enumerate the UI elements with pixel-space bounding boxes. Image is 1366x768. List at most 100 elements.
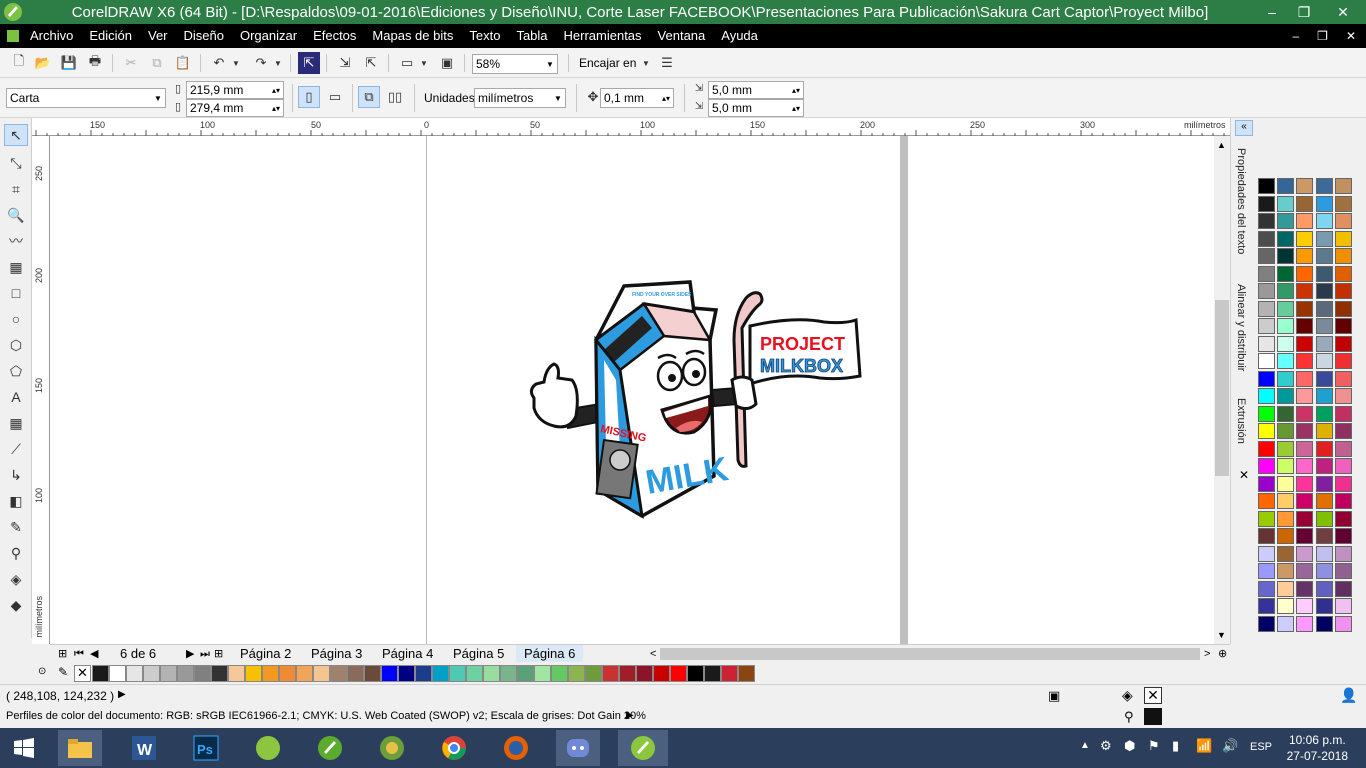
- palette-swatch[interactable]: [1277, 598, 1294, 614]
- palette-swatch[interactable]: [1316, 195, 1333, 212]
- basic-shapes-tool-icon[interactable]: ⬠: [4, 360, 28, 382]
- palette-swatch[interactable]: [1296, 388, 1313, 404]
- close-docker-icon[interactable]: ✕: [1239, 468, 1249, 482]
- palette-swatch[interactable]: [1316, 353, 1333, 369]
- palette-swatch[interactable]: [1277, 440, 1294, 457]
- redo-icon[interactable]: ↷: [250, 52, 272, 74]
- palette-swatch[interactable]: [1296, 405, 1313, 422]
- menu-ayuda[interactable]: Ayuda: [713, 24, 766, 48]
- color-swatch[interactable]: [109, 665, 126, 682]
- undo-dropdown-icon[interactable]: ▼: [230, 52, 242, 74]
- zoom-navigator-icon[interactable]: ⊕: [1210, 645, 1235, 663]
- palette-swatch[interactable]: [1277, 335, 1294, 352]
- palette-swatch[interactable]: [1316, 248, 1333, 264]
- palette-swatch[interactable]: [1277, 195, 1294, 212]
- language-indicator[interactable]: ESP: [1250, 741, 1272, 753]
- palette-swatch[interactable]: [1258, 510, 1275, 527]
- fill-indicator-icon[interactable]: ◈: [1122, 687, 1133, 704]
- color-swatch[interactable]: [687, 665, 704, 682]
- corel-photo-paint-icon[interactable]: [370, 730, 414, 766]
- no-color-swatch[interactable]: ✕: [74, 665, 91, 682]
- palette-swatch[interactable]: [1277, 458, 1294, 474]
- color-swatch[interactable]: [432, 665, 449, 682]
- palette-swatch[interactable]: [1258, 213, 1275, 229]
- color-swatch[interactable]: [500, 665, 517, 682]
- eyedropper-tool-icon[interactable]: ✎: [4, 516, 28, 538]
- palette-swatch[interactable]: [1335, 598, 1352, 614]
- palette-swatch[interactable]: [1296, 370, 1313, 387]
- copy-icon[interactable]: ⧉: [146, 52, 168, 74]
- vertical-scroll-thumb[interactable]: [1215, 300, 1229, 476]
- table-tool-icon[interactable]: ▦: [4, 412, 28, 434]
- palette-swatch[interactable]: [1316, 615, 1333, 632]
- wifi-icon[interactable]: 📶: [1196, 738, 1212, 754]
- zoom-level-select[interactable]: 58% ▼: [472, 54, 558, 74]
- user-icon[interactable]: 👤: [1340, 687, 1357, 704]
- palette-swatch[interactable]: [1316, 370, 1333, 387]
- color-swatch[interactable]: [738, 665, 755, 682]
- snap-dropdown-icon[interactable]: ▼: [640, 52, 652, 74]
- all-pages-icon[interactable]: ⧉: [358, 86, 380, 108]
- doc-close-button[interactable]: ✕: [1346, 29, 1356, 43]
- palette-swatch[interactable]: [1316, 563, 1333, 579]
- palette-swatch[interactable]: [1296, 353, 1313, 369]
- palette-swatch[interactable]: [1258, 248, 1275, 264]
- palette-swatch[interactable]: [1296, 510, 1313, 527]
- color-swatch[interactable]: [483, 665, 500, 682]
- color-swatch[interactable]: [585, 665, 602, 682]
- palette-swatch[interactable]: [1277, 405, 1294, 422]
- palette-swatch[interactable]: [1296, 230, 1313, 247]
- palette-swatch[interactable]: [1277, 545, 1294, 562]
- palette-swatch[interactable]: [1316, 405, 1333, 422]
- palette-swatch[interactable]: [1258, 353, 1275, 369]
- palette-swatch[interactable]: [1258, 475, 1275, 492]
- color-swatch[interactable]: [313, 665, 330, 682]
- page-tab[interactable]: Página 4: [374, 645, 441, 663]
- save-icon[interactable]: 💾: [58, 52, 80, 74]
- drawing-canvas[interactable]: PROJECT MILKBOX FIND YOUR OVER SIDES MIS…: [50, 136, 1214, 644]
- docker-tab-align-distribute[interactable]: Alinear y distribuir: [1235, 284, 1247, 371]
- palette-swatch[interactable]: [1277, 230, 1294, 247]
- paste-icon[interactable]: 📋: [172, 52, 194, 74]
- palette-swatch[interactable]: [1335, 440, 1352, 457]
- palette-swatch[interactable]: [1316, 545, 1333, 562]
- firefox-icon[interactable]: [494, 730, 538, 766]
- duplicate-y-field[interactable]: 5,0 mm ▴▾: [708, 99, 804, 117]
- undo-icon[interactable]: ↶: [208, 52, 230, 74]
- redo-dropdown-icon[interactable]: ▼: [272, 52, 284, 74]
- palette-swatch[interactable]: [1277, 510, 1294, 527]
- options-icon[interactable]: ☰: [656, 52, 678, 74]
- tray-icon[interactable]: ⚙: [1100, 738, 1112, 754]
- palette-swatch[interactable]: [1316, 335, 1333, 352]
- color-swatch[interactable]: [381, 665, 398, 682]
- docker-tab-text-properties[interactable]: Propiedades del texto: [1235, 148, 1247, 254]
- palette-swatch[interactable]: [1277, 423, 1294, 439]
- chrome-icon[interactable]: [432, 730, 476, 766]
- nudge-distance-field[interactable]: 0,1 mm ▴▾: [600, 88, 674, 108]
- palette-swatch[interactable]: [1335, 335, 1352, 352]
- zoom-tool-icon[interactable]: 🔍: [4, 204, 28, 226]
- file-explorer-icon[interactable]: [58, 730, 102, 766]
- palette-swatch[interactable]: [1258, 615, 1275, 632]
- color-swatch[interactable]: [534, 665, 551, 682]
- palette-swatch[interactable]: [1258, 493, 1275, 509]
- palette-swatch[interactable]: [1335, 248, 1352, 264]
- palette-swatch[interactable]: [1316, 598, 1333, 614]
- palette-swatch[interactable]: [1258, 405, 1275, 422]
- color-swatch[interactable]: [653, 665, 670, 682]
- palette-swatch[interactable]: [1316, 318, 1333, 334]
- palette-swatch[interactable]: [1316, 493, 1333, 509]
- palette-swatch[interactable]: [1296, 458, 1313, 474]
- menu-herramientas[interactable]: Herramientas: [556, 24, 650, 48]
- restore-button[interactable]: ❐: [1288, 0, 1320, 24]
- palette-swatch[interactable]: [1296, 178, 1313, 194]
- expand-arrow-icon[interactable]: ▶: [626, 710, 634, 721]
- palette-swatch[interactable]: [1277, 318, 1294, 334]
- duplicate-x-field[interactable]: 5,0 mm ▴▾: [708, 81, 804, 99]
- previous-page-icon[interactable]: ◀: [82, 645, 106, 663]
- windows-start-icon[interactable]: [2, 730, 46, 766]
- palette-swatch[interactable]: [1316, 230, 1333, 247]
- color-swatch[interactable]: [160, 665, 177, 682]
- palette-swatch[interactable]: [1258, 563, 1275, 579]
- docker-tab-extrude[interactable]: Extrusión: [1235, 398, 1247, 444]
